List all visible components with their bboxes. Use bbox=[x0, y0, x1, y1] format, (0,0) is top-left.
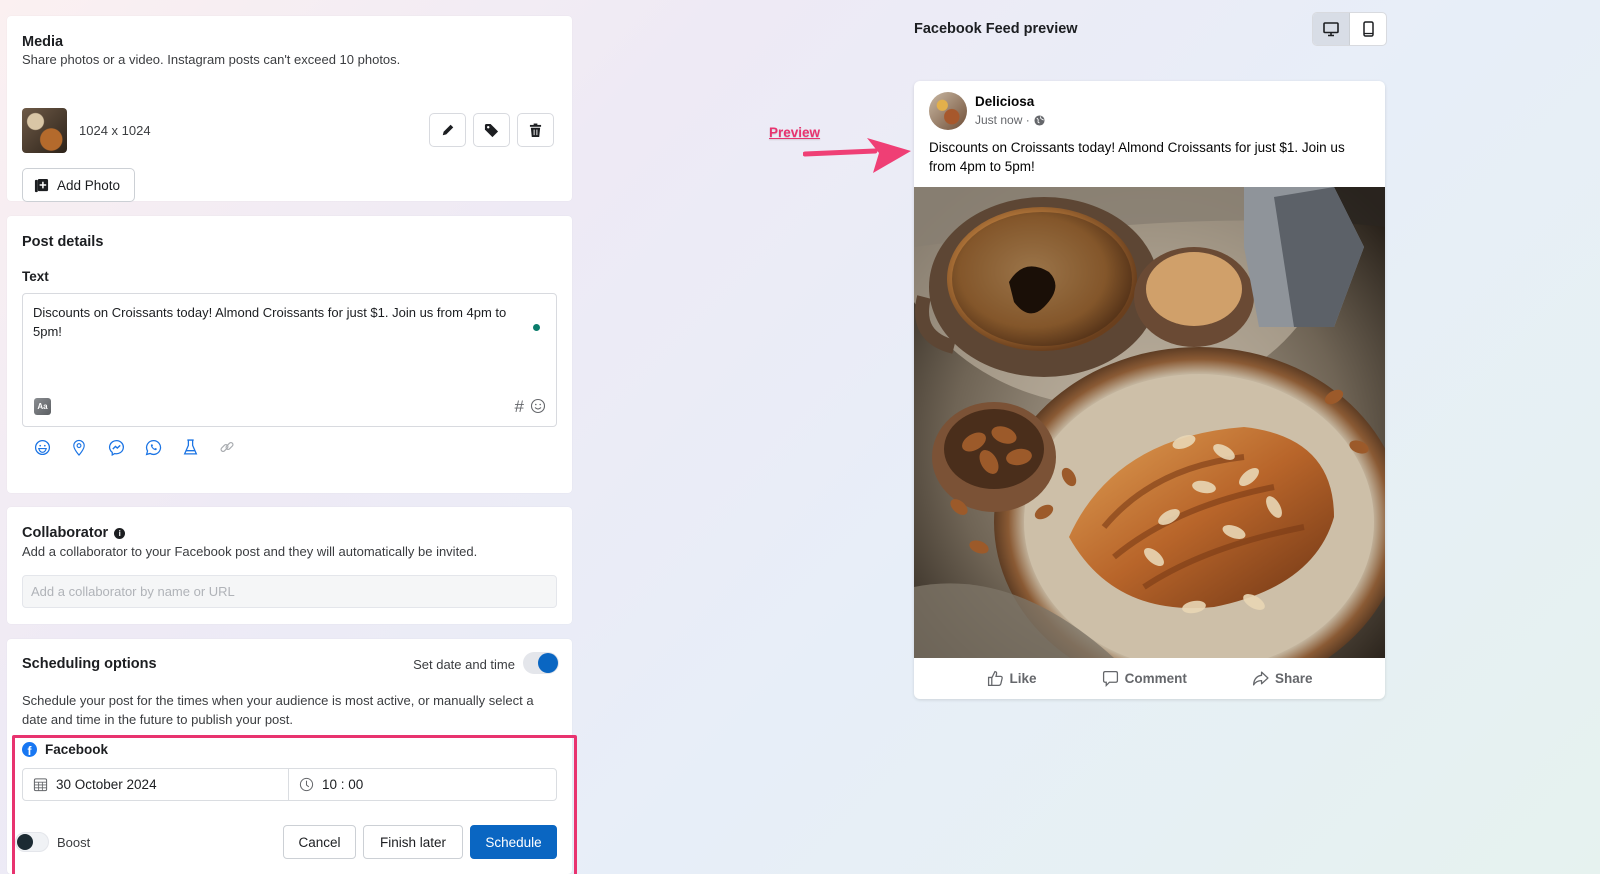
trash-icon bbox=[529, 123, 542, 137]
link-icon bbox=[220, 441, 234, 453]
croissant-coffee-photo bbox=[914, 187, 1385, 658]
post-meta: Just now · bbox=[975, 113, 1045, 127]
media-thumbnail[interactable] bbox=[22, 108, 67, 153]
info-icon[interactable]: i bbox=[114, 527, 126, 539]
add-photo-label: Add Photo bbox=[57, 177, 121, 193]
delete-media-button[interactable] bbox=[517, 113, 554, 147]
bottom-edge bbox=[0, 874, 1600, 882]
post-preview-text: Discounts on Croissants today! Almond Cr… bbox=[929, 140, 1345, 174]
messenger-button[interactable] bbox=[105, 436, 127, 458]
post-text-value[interactable]: Discounts on Croissants today! Almond Cr… bbox=[33, 303, 534, 341]
post-actions: Like Comment Share bbox=[914, 658, 1385, 699]
status-dot bbox=[533, 324, 540, 331]
comment-label: Comment bbox=[1124, 671, 1187, 686]
mobile-icon bbox=[1362, 21, 1374, 37]
facebook-post-preview: Deliciosa Just now · Discounts on Croiss… bbox=[914, 81, 1385, 699]
tag-icon bbox=[484, 123, 499, 137]
feeling-button[interactable] bbox=[31, 436, 53, 458]
clock-icon bbox=[299, 777, 314, 792]
whatsapp-button[interactable] bbox=[142, 436, 164, 458]
mobile-view-button[interactable] bbox=[1350, 13, 1386, 45]
add-photo-icon bbox=[34, 178, 49, 192]
cancel-button[interactable]: Cancel bbox=[283, 825, 356, 859]
scheduling-description: Schedule your post for the times when yo… bbox=[22, 693, 534, 727]
flask-icon bbox=[183, 438, 197, 455]
globe-icon bbox=[1034, 114, 1045, 126]
schedule-button[interactable]: Schedule bbox=[470, 825, 557, 859]
test-button[interactable] bbox=[179, 436, 201, 458]
collaborator-subtitle: Add a collaborator to your Facebook post… bbox=[22, 544, 478, 559]
tag-media-button[interactable] bbox=[473, 113, 510, 147]
post-timestamp: Just now · bbox=[975, 113, 1030, 127]
collaborator-title-row: Collaborator i bbox=[22, 525, 126, 541]
post-details-title: Post details bbox=[22, 234, 104, 250]
location-button[interactable] bbox=[68, 436, 90, 458]
location-icon bbox=[73, 439, 85, 456]
time-value: 10 : 00 bbox=[322, 777, 364, 792]
set-date-time-toggle[interactable] bbox=[523, 652, 559, 674]
collaborator-input[interactable] bbox=[22, 575, 557, 608]
edit-media-button[interactable] bbox=[429, 113, 466, 147]
date-value: 30 October 2024 bbox=[56, 777, 157, 792]
media-card: Media Share photos or a video. Instagram… bbox=[7, 16, 572, 202]
link-button[interactable] bbox=[216, 436, 238, 458]
collaborator-title: Collaborator bbox=[22, 525, 109, 541]
post-toolbar bbox=[31, 436, 238, 458]
text-format-icon[interactable]: Aa bbox=[34, 398, 51, 415]
boost-toggle[interactable] bbox=[15, 832, 49, 852]
time-picker[interactable]: 10 : 00 bbox=[289, 769, 556, 800]
scheduling-title: Scheduling options bbox=[22, 656, 157, 672]
post-details-card: Post details Text Discounts on Croissant… bbox=[7, 216, 572, 493]
emoji-icon[interactable] bbox=[530, 398, 546, 414]
page-name: Deliciosa bbox=[975, 94, 1035, 109]
preview-title: Facebook Feed preview bbox=[914, 21, 1078, 37]
date-picker[interactable]: 30 October 2024 bbox=[23, 769, 289, 800]
thumbs-up-icon bbox=[987, 670, 1003, 687]
finish-later-button[interactable]: Finish later bbox=[363, 825, 463, 859]
media-dimensions: 1024 x 1024 bbox=[79, 123, 151, 138]
whatsapp-icon bbox=[145, 439, 161, 455]
desktop-icon bbox=[1323, 21, 1339, 36]
date-time-picker: 30 October 2024 10 : 00 bbox=[22, 768, 557, 801]
annotation-arrow-icon bbox=[803, 138, 911, 173]
media-subtitle: Share photos or a video. Instagram posts… bbox=[22, 52, 401, 67]
share-label: Share bbox=[1274, 671, 1313, 686]
desktop-view-button[interactable] bbox=[1313, 13, 1350, 45]
facebook-icon: f bbox=[22, 742, 37, 757]
like-button[interactable]: Like bbox=[987, 670, 1037, 687]
text-label: Text bbox=[22, 269, 49, 284]
share-button[interactable]: Share bbox=[1252, 670, 1313, 687]
collaborator-card: Collaborator i Add a collaborator to you… bbox=[7, 507, 572, 624]
share-icon bbox=[1252, 671, 1269, 686]
post-text-input[interactable]: Discounts on Croissants today! Almond Cr… bbox=[22, 293, 557, 427]
pencil-icon bbox=[442, 124, 453, 136]
messenger-icon bbox=[108, 439, 124, 456]
post-image bbox=[914, 187, 1385, 658]
like-label: Like bbox=[1009, 671, 1037, 686]
comment-button[interactable]: Comment bbox=[1102, 670, 1187, 687]
facebook-platform-row: f Facebook bbox=[22, 742, 108, 757]
set-date-time-label: Set date and time bbox=[413, 657, 515, 672]
platform-label: Facebook bbox=[45, 742, 109, 757]
hashtag-icon[interactable]: # bbox=[515, 397, 524, 417]
device-toggle bbox=[1312, 12, 1387, 46]
feeling-icon bbox=[34, 439, 50, 455]
media-title: Media bbox=[22, 34, 64, 50]
comment-icon bbox=[1102, 670, 1118, 687]
calendar-icon bbox=[33, 778, 48, 792]
page-avatar bbox=[929, 92, 967, 130]
boost-label: Boost bbox=[57, 835, 91, 850]
add-photo-button[interactable]: Add Photo bbox=[22, 168, 136, 202]
